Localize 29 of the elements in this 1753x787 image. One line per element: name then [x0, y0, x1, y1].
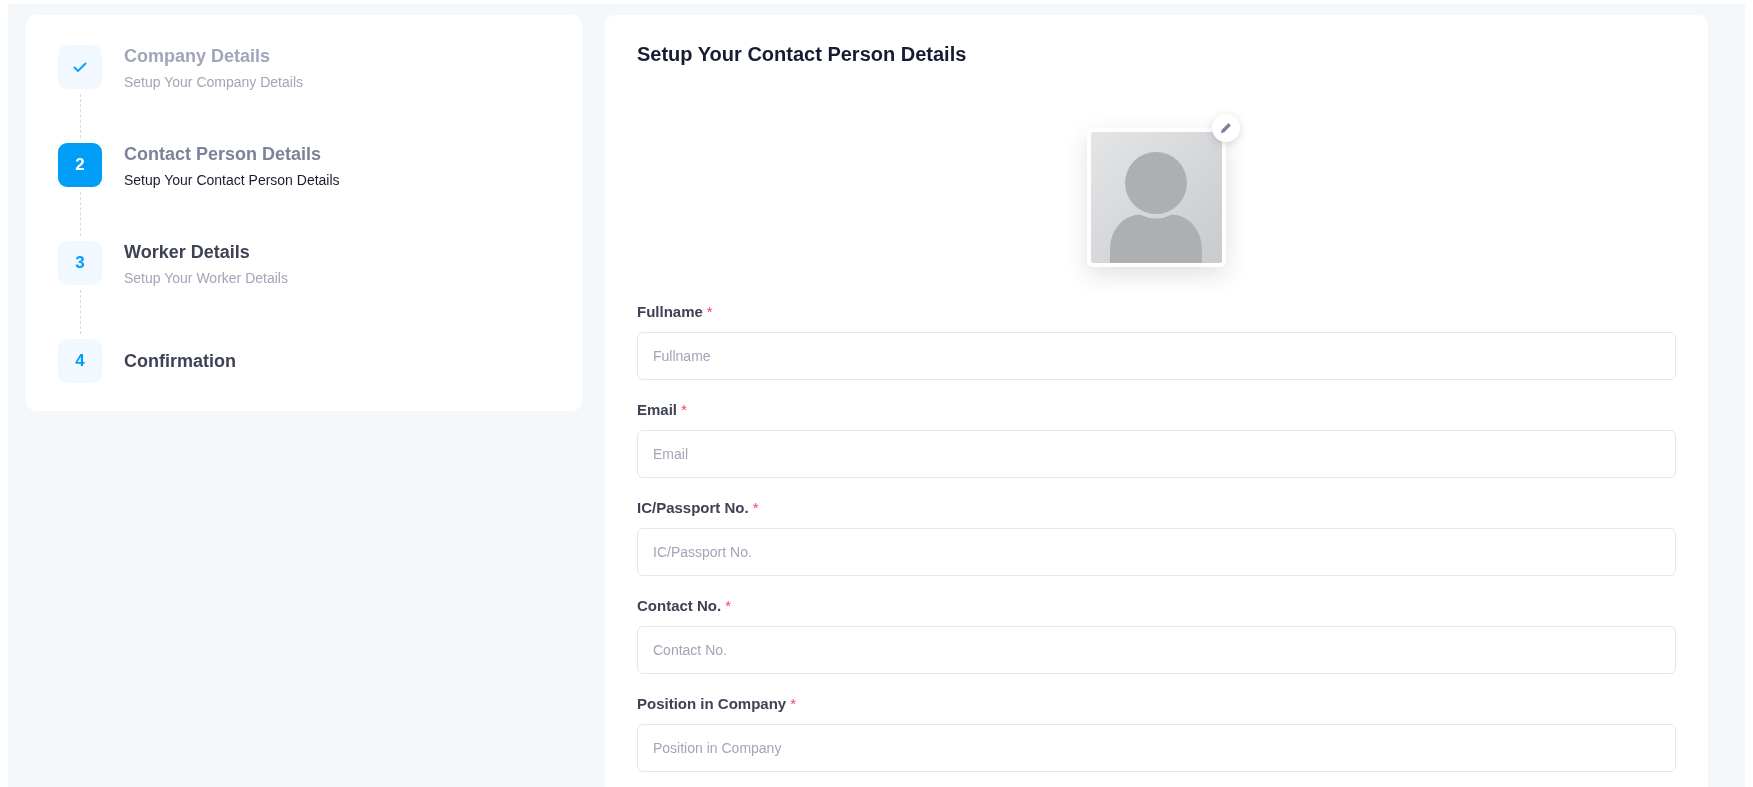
required-mark: *	[681, 401, 687, 418]
step-subtitle: Setup Your Company Details	[124, 74, 303, 90]
input-field[interactable]: IC/Passport No.	[637, 528, 1676, 576]
input-field[interactable]: Position in Company	[637, 724, 1676, 772]
step-subtitle: Setup Your Contact Person Details	[124, 172, 340, 188]
step-title: Contact Person Details	[124, 144, 323, 165]
field-label: Contact No.	[637, 597, 722, 614]
form-title: Setup Your Contact Person Details	[637, 43, 968, 66]
step-number: 2	[58, 143, 102, 187]
required-mark: *	[706, 303, 713, 320]
required-mark: *	[752, 499, 759, 516]
input-field[interactable]: Contact No.	[637, 626, 1676, 674]
step-title: Company Details	[124, 46, 272, 67]
step-subtitle: Setup Your Worker Details	[124, 270, 288, 286]
edit-avatar-button[interactable]	[1212, 114, 1240, 142]
step-number: 3	[58, 241, 102, 285]
input-field[interactable]: Fullname	[637, 332, 1676, 380]
required-mark: *	[725, 597, 731, 614]
required-mark: *	[790, 695, 797, 712]
field-label: Email	[637, 401, 678, 418]
input-field[interactable]: Email	[637, 430, 1676, 478]
field-label: Fullname	[637, 303, 703, 320]
pencil-icon	[1220, 122, 1232, 134]
check-icon	[73, 62, 87, 72]
step-number: 4	[58, 339, 102, 383]
field-label: Position in Company	[637, 695, 787, 712]
field-label: IC/Passport No.	[637, 499, 749, 516]
step-title: Worker Details	[124, 242, 251, 263]
step-title: Confirmation	[124, 351, 236, 372]
